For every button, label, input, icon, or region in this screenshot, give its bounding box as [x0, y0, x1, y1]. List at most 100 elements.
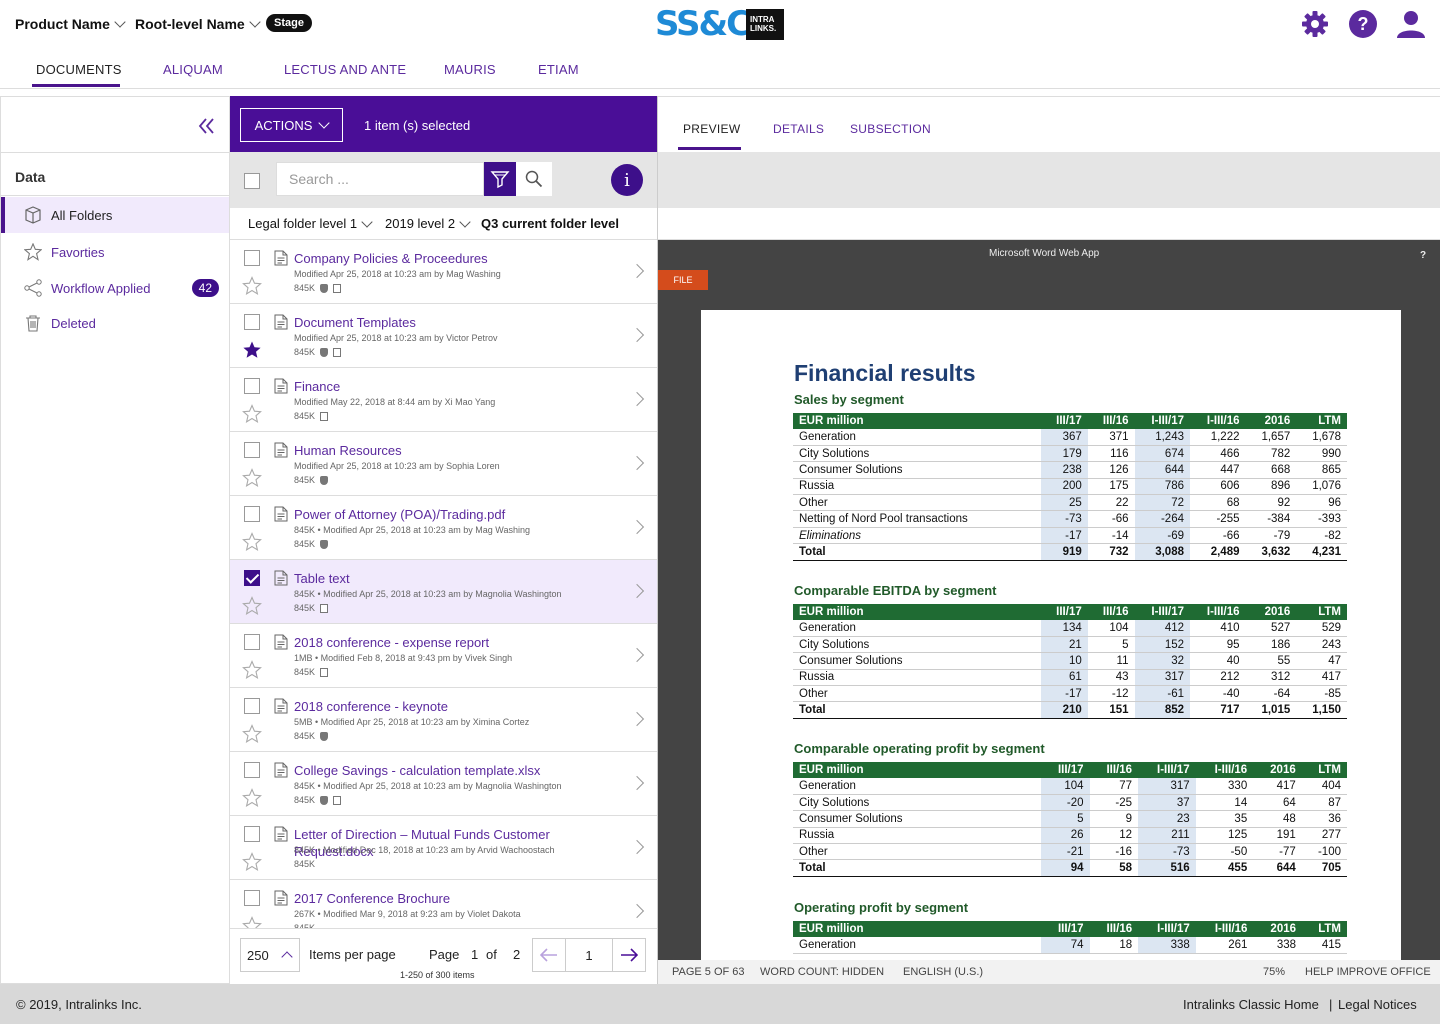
sidebar-item-workflow-applied[interactable]: Workflow Applied 42 — [1, 270, 229, 306]
file-row[interactable]: Power of Attorney (POA)/Trading.pdf 845K … — [230, 496, 658, 560]
per-page-select[interactable]: 250 — [240, 938, 300, 972]
row-checkbox[interactable] — [244, 506, 260, 522]
items-range: 1-250 of 300 items — [400, 970, 475, 980]
star-icon[interactable] — [242, 724, 262, 744]
chevron-right-icon[interactable] — [629, 647, 645, 663]
chevron-right-icon[interactable] — [629, 327, 645, 343]
chevron-right-icon[interactable] — [629, 263, 645, 279]
row-checkbox[interactable] — [244, 314, 260, 330]
row-checkbox[interactable] — [244, 698, 260, 714]
shield-icon — [320, 475, 329, 485]
zoom-level[interactable]: 75% — [1263, 966, 1285, 978]
search-button[interactable] — [516, 162, 552, 196]
star-icon[interactable] — [242, 532, 262, 552]
edit-icon — [333, 283, 342, 293]
filter-button[interactable] — [484, 162, 516, 196]
page-input[interactable]: 1 — [565, 938, 613, 972]
breadcrumb-level-2[interactable]: 2019 level 2 — [385, 215, 471, 231]
file-row[interactable]: College Savings - calculation template.x… — [230, 752, 658, 816]
breadcrumb-level-1[interactable]: Legal folder level 1 — [248, 215, 373, 231]
file-row[interactable]: 2017 Conference Brochure 267K • Modified … — [230, 880, 658, 928]
file-title[interactable]: 2018 conference - keynote — [294, 698, 594, 715]
chevron-right-icon[interactable] — [629, 455, 645, 471]
language[interactable]: ENGLISH (U.S.) — [903, 966, 983, 978]
tab-documents[interactable]: DOCUMENTS — [36, 62, 122, 77]
search-input[interactable]: Search ... — [276, 162, 484, 196]
user-icon[interactable] — [1395, 8, 1427, 40]
gear-icon[interactable] — [1299, 8, 1331, 40]
row-checkbox[interactable] — [244, 570, 260, 586]
row-checkbox[interactable] — [244, 762, 260, 778]
info-button[interactable]: i — [611, 164, 643, 196]
file-title[interactable]: Human Resources — [294, 442, 594, 459]
file-row[interactable]: Letter of Direction – Mutual Funds Custo… — [230, 816, 658, 880]
chevron-right-icon[interactable] — [629, 583, 645, 599]
tab-subsection[interactable]: SUBSECTION — [850, 122, 931, 136]
file-title[interactable]: Finance — [294, 378, 594, 395]
file-row[interactable]: Table text 845K • Modified Apr 25, 2018 a… — [230, 560, 658, 624]
file-row[interactable]: Finance Modified May 22, 2018 at 8:44 am … — [230, 368, 658, 432]
file-menu-button[interactable]: FILE — [658, 270, 708, 290]
collapse-icon[interactable] — [197, 117, 217, 135]
row-checkbox[interactable] — [244, 442, 260, 458]
viewer-help-button[interactable]: ? — [1420, 250, 1426, 261]
table-cell: Consumer Solutions — [793, 461, 1041, 479]
file-row[interactable]: Document Templates Modified Apr 25, 2018 … — [230, 304, 658, 368]
star-icon[interactable] — [242, 916, 262, 928]
divider — [1, 195, 229, 196]
star-icon[interactable] — [242, 468, 262, 488]
product-name-dropdown[interactable]: Product Name — [15, 16, 126, 32]
chevron-right-icon[interactable] — [629, 775, 645, 791]
column-header: III/17 — [1041, 921, 1090, 937]
tab-details[interactable]: DETAILS — [773, 122, 824, 136]
select-all-checkbox[interactable] — [244, 173, 260, 189]
chevron-right-icon[interactable] — [629, 903, 645, 919]
star-icon[interactable] — [242, 404, 262, 424]
classic-home-link[interactable]: Intralinks Classic Home — [1183, 997, 1319, 1012]
file-title[interactable]: Power of Attorney (POA)/Trading.pdf — [294, 506, 594, 523]
file-row[interactable]: 2018 conference - keynote 5MB • Modified … — [230, 688, 658, 752]
star-filled-icon[interactable] — [242, 340, 262, 360]
help-improve-link[interactable]: HELP IMPROVE OFFICE — [1305, 966, 1431, 978]
file-title[interactable]: Table text — [294, 570, 594, 587]
tab-preview[interactable]: PREVIEW — [683, 122, 740, 136]
star-icon[interactable] — [242, 276, 262, 296]
star-icon[interactable] — [242, 852, 262, 872]
actions-button[interactable]: ACTIONS — [240, 108, 343, 142]
legal-notices-link[interactable]: Legal Notices — [1338, 997, 1417, 1012]
row-checkbox[interactable] — [244, 826, 260, 842]
file-row[interactable]: Human Resources Modified Apr 25, 2018 at … — [230, 432, 658, 496]
file-title[interactable]: Company Policies & Proceedures — [294, 250, 594, 267]
column-header: 2016 — [1253, 762, 1302, 778]
star-icon[interactable] — [242, 660, 262, 680]
prev-page-button[interactable] — [532, 938, 566, 972]
chevron-right-icon[interactable] — [629, 711, 645, 727]
row-checkbox[interactable] — [244, 378, 260, 394]
file-row[interactable]: Company Policies & Proceedures Modified A… — [230, 240, 658, 304]
file-title[interactable]: 2017 Conference Brochure — [294, 890, 594, 907]
sidebar-item-favorites[interactable]: Favorties — [1, 234, 229, 270]
tab-lectus-and-ante[interactable]: LECTUS AND ANTE — [284, 62, 406, 77]
file-title[interactable]: 2018 conference - expense report — [294, 634, 594, 651]
sidebar-item-deleted[interactable]: Deleted — [1, 305, 229, 341]
chevron-right-icon[interactable] — [629, 839, 645, 855]
tab-aliquam[interactable]: ALIQUAM — [163, 62, 223, 77]
file-row[interactable]: 2018 conference - expense report 1MB • Mo… — [230, 624, 658, 688]
row-checkbox[interactable] — [244, 250, 260, 266]
document-page: Financial results Sales by segment EUR mi… — [701, 310, 1401, 960]
tab-mauris[interactable]: MAURIS — [444, 62, 496, 77]
help-icon[interactable]: ? — [1347, 8, 1379, 40]
row-checkbox[interactable] — [244, 890, 260, 906]
star-icon[interactable] — [242, 596, 262, 616]
tab-etiam[interactable]: ETIAM — [538, 62, 579, 77]
root-level-dropdown[interactable]: Root-level Name — [135, 16, 261, 32]
chevron-right-icon[interactable] — [629, 391, 645, 407]
file-title[interactable]: College Savings - calculation template.x… — [294, 762, 594, 779]
star-icon[interactable] — [242, 788, 262, 808]
document-icon — [274, 890, 288, 906]
file-title[interactable]: Document Templates — [294, 314, 594, 331]
chevron-right-icon[interactable] — [629, 519, 645, 535]
next-page-button[interactable] — [612, 938, 646, 972]
row-checkbox[interactable] — [244, 634, 260, 650]
sidebar-item-all-folders[interactable]: All Folders — [1, 197, 229, 233]
